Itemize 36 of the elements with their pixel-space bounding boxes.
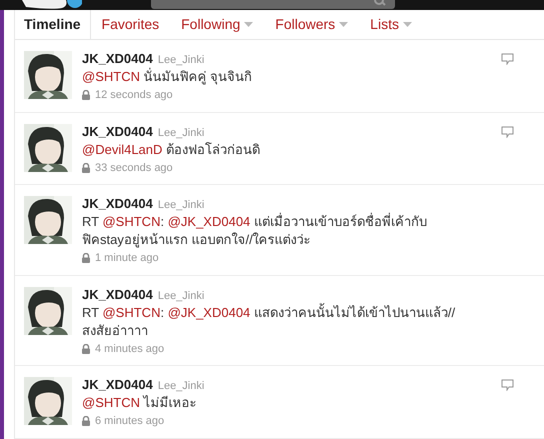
mention-link[interactable]: @JK_XD0404	[168, 214, 250, 229]
mention-link[interactable]: @JK_XD0404	[168, 304, 250, 320]
tweet-text: @SHTCN ไม่มีเหอะ	[82, 394, 198, 412]
lock-icon	[82, 162, 90, 173]
tab[interactable]: Favorites	[90, 10, 170, 39]
display-name: Lee_Jinki	[158, 198, 204, 213]
lock-icon	[82, 344, 90, 354]
search-icon[interactable]	[374, 0, 386, 6]
username[interactable]: JK_XD0404	[82, 124, 153, 140]
tweet-text: @Devil4LanD ต้องฟอโล่วก่อนดิ	[82, 140, 262, 158]
logo-icon[interactable]	[22, 0, 82, 10]
lock-icon	[82, 90, 90, 100]
username[interactable]: JK_XD0404	[82, 51, 153, 67]
display-name: Lee_Jinki	[158, 53, 204, 68]
mention-link[interactable]: @Devil4LanD	[82, 142, 162, 156]
tab[interactable]: Lists	[359, 10, 423, 39]
display-name: Lee_Jinki	[158, 288, 204, 304]
username[interactable]: JK_XD0404	[82, 196, 153, 212]
tweet-text: RT @SHTCN: @JK_XD0404 แสดงว่าคนนั้นไม่ได้เข้าไปนานแล้ว// สงสัยอ่าาาา	[82, 304, 456, 340]
username[interactable]: JK_XD0404	[82, 377, 153, 393]
mention-link[interactable]: @SHTCN	[102, 304, 160, 320]
mention-link[interactable]: @SHTCN	[82, 395, 140, 410]
tab[interactable]: Following	[170, 10, 264, 39]
mention-link[interactable]: @SHTCN	[82, 69, 140, 84]
reply-icon[interactable]	[501, 53, 514, 65]
tweet-text: RT @SHTCN: @JK_XD0404 แต่เมื่อวานเข้าบอร์ดชื่อพี่เค้ากับฟิคstayอยู่หน้าแรก แอบตกใจ//ใครแต่งว่ะ	[82, 213, 428, 249]
lock-icon	[82, 416, 90, 426]
tweet-text: @SHTCN นั่นมันฟิคคู่ จุนจินกิ	[82, 68, 254, 86]
display-name: Lee_Jinki	[158, 126, 204, 140]
username[interactable]: JK_XD0404	[82, 286, 153, 302]
mention-link[interactable]: @SHTCN	[102, 214, 160, 229]
lock-icon	[82, 253, 90, 264]
display-name: Lee_Jinki	[158, 379, 204, 394]
reply-icon[interactable]	[501, 379, 514, 391]
tab[interactable]: Followers	[264, 10, 360, 39]
reply-icon[interactable]	[501, 126, 514, 138]
